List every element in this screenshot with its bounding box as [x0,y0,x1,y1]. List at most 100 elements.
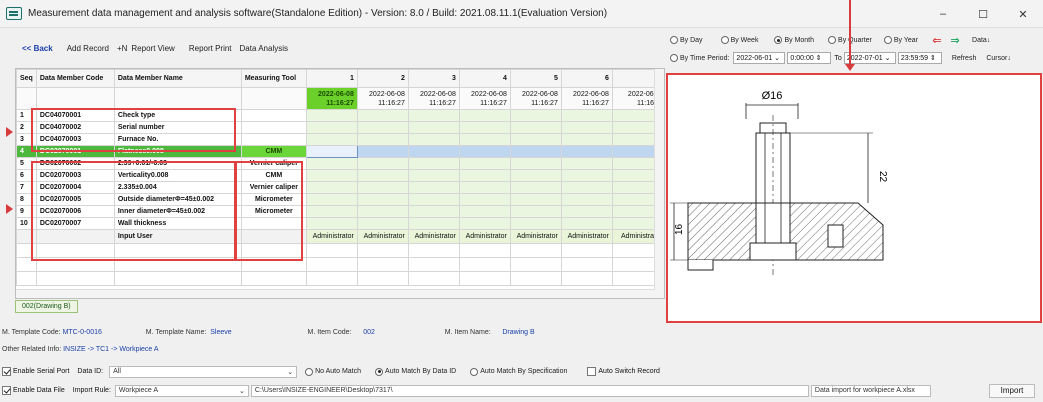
measure-cell[interactable] [560,109,613,122]
add-n-button[interactable]: +N [117,44,127,53]
enable-serial-checkbox[interactable] [2,367,11,376]
cursor-dropdown-button[interactable]: Cursor↓ [986,55,1011,62]
data-analysis-button[interactable]: Data Analysis [240,44,288,53]
measure-cell[interactable] [356,193,409,206]
to-date-picker[interactable]: 2022-07-01 ⌄ [843,52,896,64]
header-col-2[interactable]: 2 [356,69,409,88]
file-name-input[interactable]: Data import for workpiece A.xlsx [810,384,931,397]
input-user-cell[interactable]: Administrator [560,229,613,244]
radio-by-month[interactable]: By Month [774,36,814,44]
report-print-button[interactable]: Report Print [189,44,232,53]
measure-cell[interactable] [509,133,562,146]
record-date-cell[interactable]: 2022-06-08 11:16:27 [560,87,613,110]
header-col-5[interactable]: 5 [509,69,562,88]
measure-cell[interactable] [509,169,562,182]
measure-cell[interactable] [407,121,460,134]
record-date-cell[interactable]: 2022-06-08 11:16:27 [458,87,511,110]
measure-cell[interactable] [509,181,562,194]
auto-switch-checkbox[interactable] [587,367,597,376]
measure-cell[interactable] [356,133,409,146]
table-row[interactable]: 6 DC02070003 Verticality0.008 CMM [16,169,664,182]
measure-cell[interactable] [305,109,358,122]
measure-cell[interactable] [458,169,511,182]
measure-cell[interactable] [560,217,613,230]
table-row[interactable]: 8 DC02070005 Outside diameterΦ=45±0.002 Mic… [16,193,664,206]
measure-cell[interactable] [305,181,358,194]
measure-cell[interactable] [458,145,511,158]
from-time-picker[interactable]: 0:00:00 ⇕ [787,52,832,64]
measure-cell[interactable] [458,205,511,218]
radio-no-auto-match[interactable]: No Auto Match [305,367,361,376]
measure-cell[interactable] [509,205,562,218]
table-row[interactable]: 3 DC04070003 Furnace No. [16,133,664,146]
measure-cell[interactable] [509,121,562,134]
radio-by-time-period[interactable]: By Time Period: [670,54,729,62]
measure-cell[interactable] [509,193,562,206]
file-path-input[interactable]: C:\Users\INSIZE-ENGINEER\Desktop\7317\ [250,384,809,397]
measure-cell[interactable] [560,193,613,206]
measure-cell[interactable] [458,217,511,230]
measure-cell[interactable] [560,121,613,134]
header-col-4[interactable]: 4 [458,69,511,88]
record-date-cell[interactable]: 2022-06-08 11:16:27 [305,87,358,110]
tab-drawing-b[interactable]: 002(Drawing B) [15,300,78,313]
measure-cell[interactable] [407,109,460,122]
radio-by-year[interactable]: By Year [883,36,918,44]
measure-cell[interactable] [458,121,511,134]
measure-cell[interactable] [305,145,358,158]
measure-cell[interactable] [305,121,358,134]
measure-cell[interactable] [356,157,409,170]
table-row[interactable]: 2 DC04070002 Serial number [16,121,664,134]
measure-cell[interactable] [407,169,460,182]
measure-cell[interactable] [509,157,562,170]
minimize-button[interactable]: – [923,0,963,28]
measure-cell[interactable] [356,217,409,230]
input-user-cell[interactable]: Administrator [356,229,409,244]
back-button[interactable]: << Back [22,44,53,53]
next-arrow-icon[interactable]: ⇒ [946,34,964,47]
input-user-cell[interactable]: Administrator [458,229,511,244]
radio-by-day[interactable]: By Day [670,36,703,44]
measure-cell[interactable] [356,205,409,218]
add-record-button[interactable]: Add Record [67,44,109,53]
measure-cell[interactable] [458,157,511,170]
input-user-cell[interactable]: Administrator [407,229,460,244]
to-time-picker[interactable]: 23:59:59 ⇕ [897,52,942,64]
measure-cell[interactable] [305,169,358,182]
measure-cell[interactable] [458,181,511,194]
measure-cell[interactable] [356,109,409,122]
measure-cell[interactable] [305,205,358,218]
import-button[interactable]: Import [989,383,1035,398]
header-name[interactable]: Data Member Name [113,69,242,88]
measure-cell[interactable] [407,157,460,170]
import-rule-select[interactable]: Workpiece A ⌄ [114,384,249,397]
measure-cell[interactable] [458,133,511,146]
report-view-button[interactable]: Report View [131,44,174,53]
record-date-cell[interactable]: 2022-06-08 11:16:27 [509,87,562,110]
radio-auto-by-data-id[interactable]: Auto Match By Data ID [375,367,456,376]
from-date-picker[interactable]: 2022-06-01 ⌄ [733,52,786,64]
measure-cell[interactable] [407,217,460,230]
data-grid[interactable]: Seq Data Member Code Data Member Name Me… [15,68,665,299]
header-seq[interactable]: Seq [16,69,37,88]
input-user-cell[interactable]: Administrator [509,229,562,244]
input-user-cell[interactable]: Administrator [305,229,358,244]
measure-cell[interactable] [560,133,613,146]
radio-auto-by-spec[interactable]: Auto Match By Specification [470,367,567,376]
measure-cell[interactable] [407,205,460,218]
record-date-cell[interactable]: 2022-06-08 11:16:27 [407,87,460,110]
maximize-button[interactable]: ☐ [963,0,1003,28]
measure-cell[interactable] [560,145,613,158]
header-code[interactable]: Data Member Code [35,69,115,88]
measure-cell[interactable] [509,109,562,122]
measure-cell[interactable] [509,217,562,230]
close-button[interactable]: ✕ [1003,0,1043,28]
measure-cell[interactable] [458,193,511,206]
measure-cell[interactable] [305,193,358,206]
enable-datafile-checkbox[interactable] [2,386,11,395]
measure-cell[interactable] [560,205,613,218]
measure-cell[interactable] [458,109,511,122]
refresh-button[interactable]: Refresh [952,55,977,62]
header-col-1[interactable]: 1 [305,69,358,88]
measure-cell[interactable] [560,157,613,170]
